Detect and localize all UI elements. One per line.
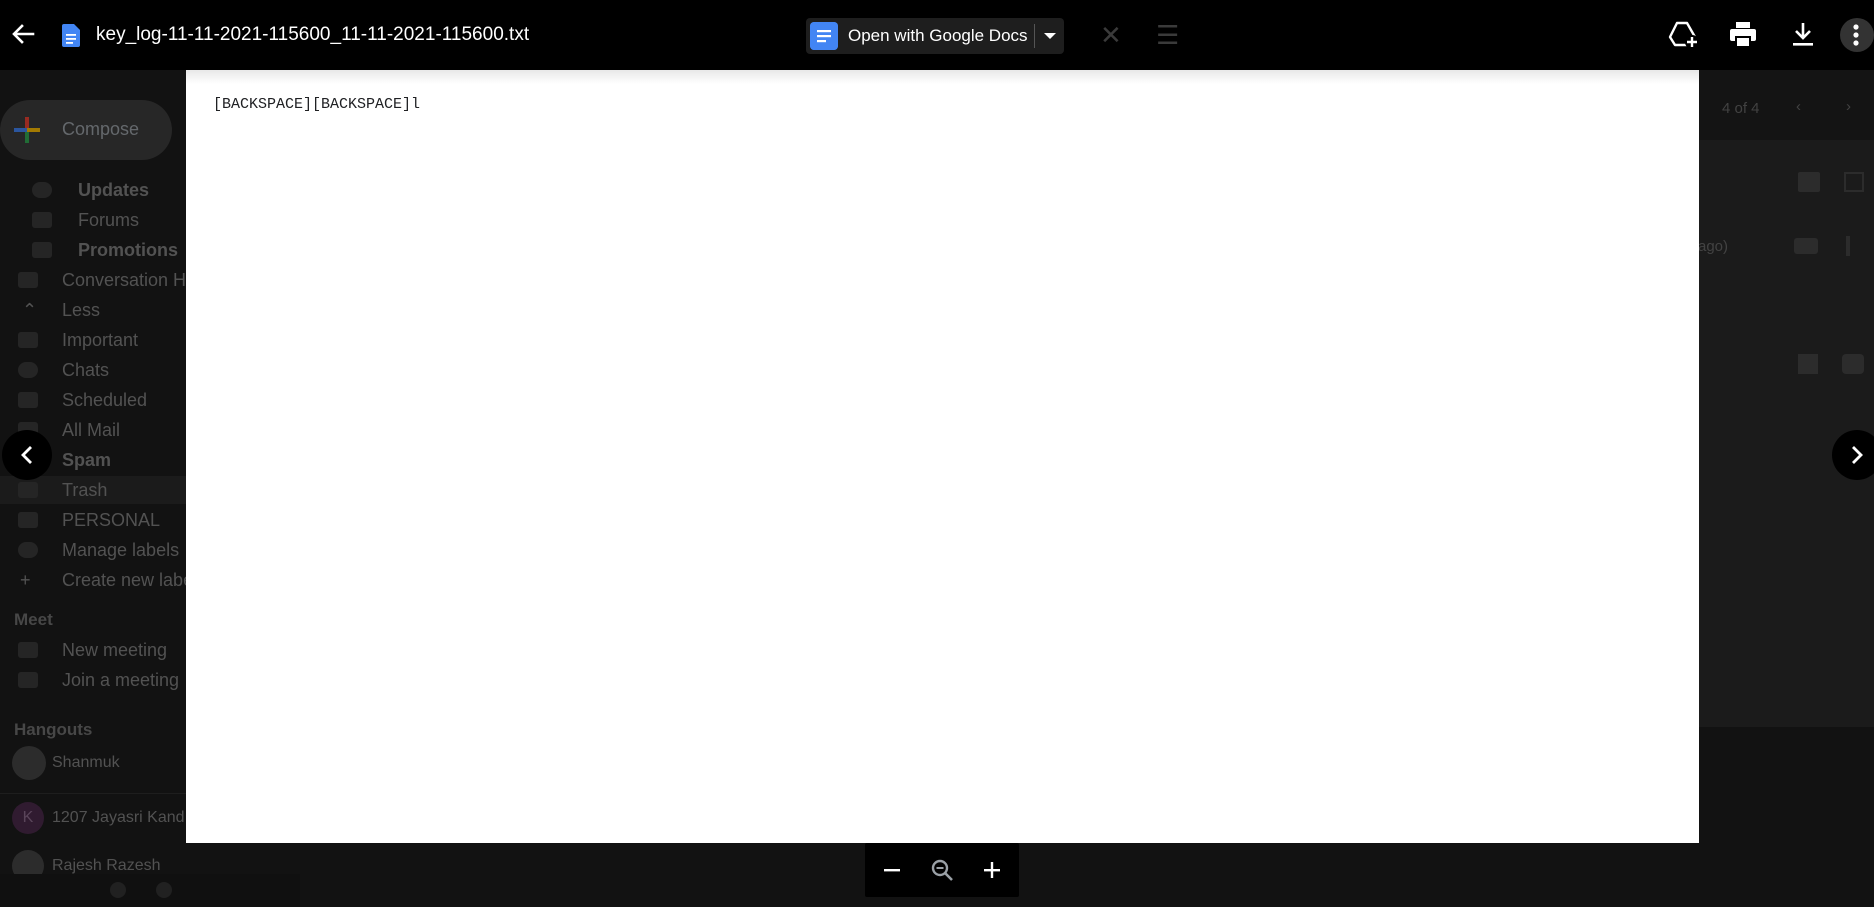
- open-with-label: Open with Google Docs: [848, 26, 1028, 45]
- zoom-reset-icon[interactable]: [927, 855, 957, 885]
- dropdown-arrow-icon[interactable]: [1036, 18, 1064, 54]
- tune-icon: ☰: [1156, 20, 1180, 50]
- zoom-controls: [865, 843, 1019, 897]
- zoom-out-icon[interactable]: [877, 855, 907, 885]
- add-to-drive-icon[interactable]: [1666, 18, 1700, 52]
- chevron-right-icon: [1852, 446, 1863, 464]
- document-page: [BACKSPACE][BACKSPACE]l: [186, 70, 1699, 843]
- open-with-control: Open with Google Docs: [806, 18, 1064, 54]
- previous-file-button[interactable]: [2, 430, 52, 480]
- back-arrow-icon[interactable]: [8, 19, 38, 49]
- text-file-icon: [62, 24, 80, 47]
- file-title: key_log-11-11-2021-115600_11-11-2021-115…: [96, 24, 530, 45]
- download-icon[interactable]: [1786, 18, 1820, 52]
- open-with-google-docs-button[interactable]: Open with Google Docs: [806, 18, 1032, 54]
- more-vert-icon[interactable]: [1852, 23, 1860, 47]
- avatar[interactable]: [1840, 18, 1874, 52]
- zoom-in-icon[interactable]: [977, 855, 1007, 885]
- close-icon: ✕: [1100, 20, 1122, 50]
- divider: [1034, 24, 1035, 48]
- viewer-topbar: key_log-11-11-2021-115600_11-11-2021-115…: [0, 0, 1874, 70]
- chevron-left-icon: [21, 446, 32, 464]
- google-docs-icon: [810, 22, 838, 50]
- next-file-button[interactable]: [1832, 430, 1874, 480]
- print-icon[interactable]: [1726, 18, 1760, 52]
- page-top-shadow: [186, 70, 1699, 84]
- document-text: [BACKSPACE][BACKSPACE]l: [213, 96, 421, 113]
